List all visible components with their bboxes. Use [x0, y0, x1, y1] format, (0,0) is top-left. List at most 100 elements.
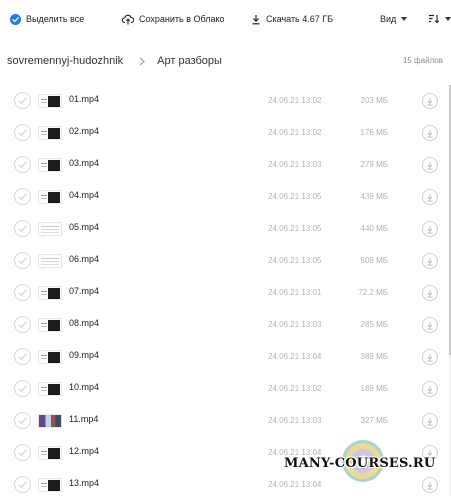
- video-thumbnail: [38, 254, 62, 268]
- file-size: 508 МБ: [360, 256, 388, 265]
- download-circle-icon[interactable]: [422, 349, 438, 365]
- file-row[interactable]: 10.mp4 24.06.21 13:02 188 МБ: [0, 373, 446, 405]
- check-circle-icon[interactable]: [14, 348, 31, 365]
- file-date: 24.06.21 13:02: [268, 384, 322, 393]
- file-date: 24.06.21 13:05: [268, 256, 322, 265]
- download-circle-icon[interactable]: [422, 157, 438, 173]
- file-date: 24.06.21 13:05: [268, 192, 322, 201]
- check-circle-icon[interactable]: [14, 380, 31, 397]
- check-circle-icon[interactable]: [14, 412, 31, 429]
- check-circle-icon[interactable]: [14, 252, 31, 269]
- file-date: 24.06.21 13:03: [268, 416, 322, 425]
- file-row[interactable]: 06.mp4 24.06.21 13:05 508 МБ: [0, 245, 446, 277]
- file-name[interactable]: 03.mp4: [69, 158, 99, 168]
- file-name[interactable]: 01.mp4: [69, 94, 99, 104]
- check-circle-icon[interactable]: [14, 124, 31, 141]
- file-date: 24.06.21 13:03: [268, 320, 322, 329]
- file-name[interactable]: 10.mp4: [69, 382, 99, 392]
- download-circle-icon[interactable]: [422, 189, 438, 205]
- file-row[interactable]: 01.mp4 24.06.21 13:02 203 МБ: [0, 85, 446, 117]
- check-circle-icon[interactable]: [14, 316, 31, 333]
- video-thumbnail: [38, 94, 62, 108]
- file-row[interactable]: 11.mp4 24.06.21 13:03 327 МБ: [0, 405, 446, 437]
- file-name[interactable]: 11.mp4: [69, 414, 98, 424]
- file-size: 279 МБ: [360, 160, 388, 169]
- download-arrow-icon: [251, 14, 261, 25]
- file-date: 24.06.21 13:03: [268, 160, 322, 169]
- file-list: 01.mp4 24.06.21 13:02 203 МБ 02.mp4 24.06.21…: [0, 85, 449, 496]
- file-row[interactable]: 07.mp4 24.06.21 13:01 72.2 МБ: [0, 277, 446, 309]
- view-dropdown[interactable]: Вид: [380, 11, 408, 27]
- file-row[interactable]: 05.mp4 24.06.21 13:05 440 МБ: [0, 213, 446, 245]
- select-all-button[interactable]: Выделить все: [10, 11, 84, 27]
- file-name[interactable]: 04.mp4: [69, 190, 99, 200]
- file-name[interactable]: 08.mp4: [69, 318, 99, 328]
- file-name[interactable]: 12.mp4: [69, 446, 99, 456]
- check-circle-icon[interactable]: [14, 220, 31, 237]
- check-circle-icon[interactable]: [14, 92, 31, 109]
- download-circle-icon[interactable]: [422, 285, 438, 301]
- file-name[interactable]: 05.mp4: [69, 222, 99, 232]
- file-size: 285 МБ: [360, 320, 388, 329]
- video-thumbnail: [38, 190, 62, 204]
- file-size: 389 МБ: [360, 352, 388, 361]
- download-circle-icon[interactable]: [422, 221, 438, 237]
- save-to-cloud-label: Сохранить в Облако: [139, 14, 225, 24]
- file-size: 440 МБ: [360, 224, 388, 233]
- check-circle-icon[interactable]: [14, 188, 31, 205]
- file-row[interactable]: 04.mp4 24.06.21 13:05 438 МБ: [0, 181, 446, 213]
- sort-button[interactable]: [428, 11, 451, 27]
- toolbar: Выделить все Сохранить в Облако Скачать …: [0, 0, 451, 38]
- file-date: 24.06.21 13:02: [268, 96, 322, 105]
- chevron-right-icon: [139, 57, 146, 66]
- breadcrumb-root[interactable]: sovremennyj-hudozhnik: [7, 55, 123, 67]
- file-date: 24.06.21 13:04: [268, 352, 322, 361]
- video-thumbnail: [38, 286, 62, 300]
- file-date: 24.06.21 13:05: [268, 224, 322, 233]
- file-name[interactable]: 09.mp4: [69, 350, 99, 360]
- file-row[interactable]: 08.mp4 24.06.21 13:03 285 МБ: [0, 309, 446, 341]
- check-circle-icon[interactable]: [14, 156, 31, 173]
- download-circle-icon[interactable]: [422, 125, 438, 141]
- breadcrumb-current: Арт разборы: [157, 55, 222, 67]
- file-size: 327 МБ: [360, 416, 388, 425]
- file-row[interactable]: 03.mp4 24.06.21 13:03 279 МБ: [0, 149, 446, 181]
- check-circle-icon: [10, 13, 21, 25]
- file-name[interactable]: 06.mp4: [69, 254, 99, 264]
- download-circle-icon[interactable]: [422, 381, 438, 397]
- video-thumbnail: [38, 446, 62, 460]
- download-circle-icon[interactable]: [422, 317, 438, 333]
- video-thumbnail: [38, 126, 62, 140]
- file-name[interactable]: 13.mp4: [69, 478, 99, 488]
- file-size: 438 МБ: [360, 192, 388, 201]
- file-name[interactable]: 07.mp4: [69, 286, 99, 296]
- file-count: 15 файлов: [402, 56, 443, 65]
- video-thumbnail: [38, 222, 62, 236]
- download-all-label: Скачать 4.67 ГБ: [266, 14, 334, 24]
- check-circle-icon[interactable]: [14, 476, 31, 493]
- file-size: 72.2 МБ: [358, 288, 388, 297]
- check-circle-icon[interactable]: [14, 284, 31, 301]
- file-row[interactable]: 02.mp4 24.06.21 13:02 176 МБ: [0, 117, 446, 149]
- video-thumbnail: [38, 318, 62, 332]
- cloud-upload-icon: [122, 14, 134, 25]
- watermark-text: MANY-COURSES.RU: [284, 456, 436, 471]
- view-label: Вид: [380, 14, 397, 24]
- select-all-label: Выделить все: [26, 14, 85, 24]
- file-row[interactable]: 09.mp4 24.06.21 13:04 389 МБ: [0, 341, 446, 373]
- video-thumbnail: [38, 158, 62, 172]
- download-circle-icon[interactable]: [422, 253, 438, 269]
- file-size: 176 МБ: [360, 128, 388, 137]
- video-thumbnail: [38, 478, 62, 492]
- download-all-button[interactable]: Скачать 4.67 ГБ: [251, 11, 333, 27]
- download-circle-icon[interactable]: [422, 413, 438, 429]
- download-circle-icon[interactable]: [422, 93, 438, 109]
- save-to-cloud-button[interactable]: Сохранить в Облако: [122, 11, 225, 27]
- video-thumbnail: [38, 382, 62, 396]
- check-circle-icon[interactable]: [14, 444, 31, 461]
- file-size: 203 МБ: [360, 96, 388, 105]
- video-thumbnail: [38, 414, 62, 428]
- file-name[interactable]: 02.mp4: [69, 126, 99, 136]
- file-date: 24.06.21 13:01: [268, 288, 322, 297]
- sort-icon: [428, 14, 440, 24]
